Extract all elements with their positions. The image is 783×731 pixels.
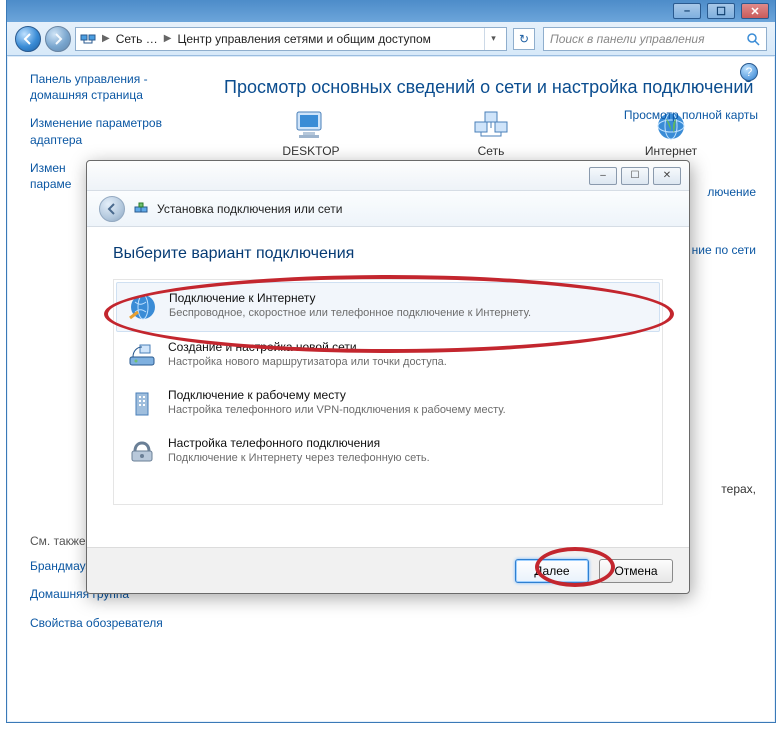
wizard-dialog: – ☐ ✕ Установка подключения или сети Выб… (86, 160, 690, 594)
forward-button[interactable] (45, 26, 71, 52)
close-button[interactable]: ✕ (741, 3, 769, 19)
computer-icon (266, 108, 356, 144)
partial-link[interactable]: ние по сети (692, 243, 756, 257)
search-placeholder: Поиск в панели управления (550, 32, 705, 46)
phone-icon (126, 436, 158, 468)
titlebar: – ☐ ✕ (7, 0, 775, 22)
breadcrumb-leaf[interactable]: Центр управления сетями и общим доступом (177, 32, 431, 46)
full-map-link[interactable]: Просмотр полной карты (624, 108, 758, 122)
option-title: Создание и настройка новой сети (168, 340, 447, 354)
chevron-right-icon: ▶ (102, 33, 110, 44)
option-list: Подключение к Интернету Беспроводное, ск… (113, 279, 663, 505)
option-desc: Подключение к Интернету через телефонную… (168, 452, 430, 464)
router-icon (126, 340, 158, 372)
page-title: Просмотр основных сведений о сети и наст… (224, 77, 758, 98)
back-button[interactable] (15, 26, 41, 52)
option-internet[interactable]: Подключение к Интернету Беспроводное, ск… (116, 282, 660, 332)
next-button[interactable]: Далее (515, 559, 589, 583)
globe-icon (127, 291, 159, 323)
wizard-heading: Выберите вариант подключения (113, 245, 663, 263)
sidebar-home[interactable]: Панель управления - домашняя страница (30, 71, 198, 103)
wizard-minimize-button[interactable]: – (589, 167, 617, 185)
wizard-footer: Далее Отмена (87, 547, 689, 593)
option-title: Подключение к рабочему месту (168, 388, 506, 402)
maximize-button[interactable]: ☐ (707, 3, 735, 19)
network-overview: Просмотр полной карты DESKTOP Сеть (224, 108, 758, 158)
search-box[interactable]: Поиск в панели управления (543, 27, 767, 51)
partial-text: терах, (721, 482, 756, 496)
partial-link[interactable]: лючение (707, 185, 756, 199)
wizard-titlebar: – ☐ ✕ (87, 161, 689, 191)
network-group-icon (446, 108, 536, 144)
node-label: DESKTOP (266, 144, 356, 158)
wizard-maximize-button[interactable]: ☐ (621, 167, 649, 185)
option-title: Подключение к Интернету (169, 291, 531, 305)
wizard-close-button[interactable]: ✕ (653, 167, 681, 185)
option-desc: Настройка нового маршрутизатора или точк… (168, 356, 447, 368)
wizard-shield-icon (133, 201, 149, 217)
minimize-button[interactable]: – (673, 3, 701, 19)
chevron-right-icon: ▶ (164, 33, 172, 44)
help-icon[interactable]: ? (740, 63, 758, 81)
node-network: Сеть (446, 108, 536, 158)
option-new-network[interactable]: Создание и настройка новой сети Настройк… (116, 332, 660, 380)
node-label: Сеть (446, 144, 536, 158)
option-workplace[interactable]: Подключение к рабочему месту Настройка т… (116, 380, 660, 428)
wizard-back-button[interactable] (99, 196, 125, 222)
option-title: Настройка телефонного подключения (168, 436, 430, 450)
wizard-header: Установка подключения или сети (87, 191, 689, 227)
refresh-button[interactable]: ↻ (513, 28, 535, 50)
address-bar[interactable]: ▶ Сеть … ▶ Центр управления сетями и общ… (75, 27, 507, 51)
building-icon (126, 388, 158, 420)
node-desktop: DESKTOP (266, 108, 356, 158)
see-also-internet-options[interactable]: Свойства обозревателя (30, 615, 198, 631)
cancel-button[interactable]: Отмена (599, 559, 673, 583)
wizard-title: Установка подключения или сети (157, 202, 342, 216)
node-label: Интернет (626, 144, 716, 158)
toolbar: ▶ Сеть … ▶ Центр управления сетями и общ… (7, 22, 775, 56)
wizard-body: Выберите вариант подключения Подключение… (87, 227, 689, 515)
network-icon (80, 31, 96, 47)
breadcrumb-dropdown[interactable]: ▾ (484, 28, 502, 50)
option-desc: Настройка телефонного или VPN-подключени… (168, 404, 506, 416)
search-icon (746, 32, 760, 46)
option-dialup[interactable]: Настройка телефонного подключения Подклю… (116, 428, 660, 476)
option-desc: Беспроводное, скоростное или телефонное … (169, 307, 531, 319)
breadcrumb-root[interactable]: Сеть … (116, 32, 158, 46)
sidebar-item-adapter[interactable]: Изменение параметров адаптера (30, 115, 198, 147)
